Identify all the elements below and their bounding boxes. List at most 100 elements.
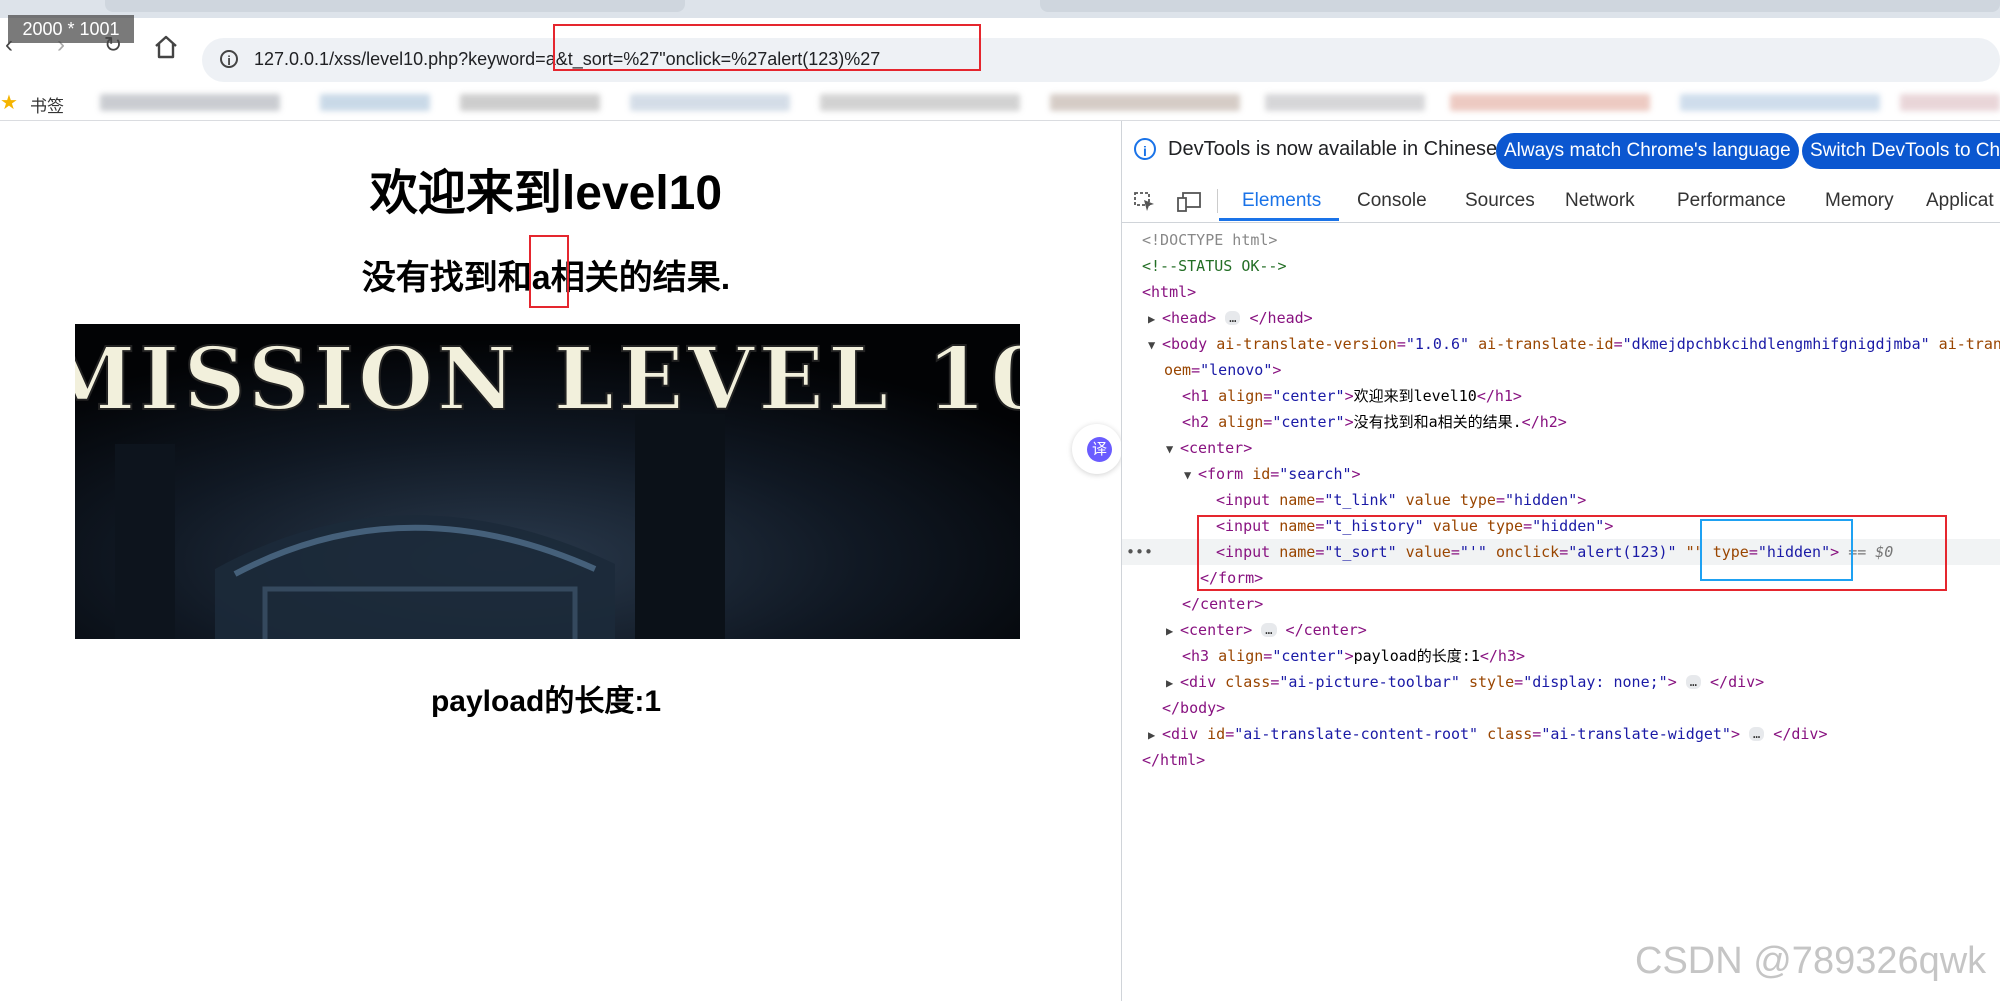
comment-text: <!--STATUS OK--> xyxy=(1142,257,1287,275)
dom-node-comment[interactable]: <!--STATUS OK--> xyxy=(1122,253,2000,279)
center-open-tag: <center> xyxy=(1180,621,1253,639)
center-close-tag: </center> xyxy=(1182,595,1264,613)
ellipsis-icon[interactable]: … xyxy=(1225,311,1241,325)
mission-banner-image: MISSION LEVEL 10 xyxy=(75,324,1020,639)
keyword-highlight-box xyxy=(529,235,569,308)
expand-triangle-icon[interactable]: ▶ xyxy=(1166,670,1180,696)
tab-elements[interactable]: Elements xyxy=(1242,190,1321,212)
more-options-icon[interactable]: ••• xyxy=(1126,539,1153,565)
blurred-bookmark[interactable] xyxy=(1900,94,2000,111)
dom-node-div-toolbar[interactable]: ▶ <div class="ai-picture-toolbar" style="… xyxy=(1122,669,2000,695)
browser-tab[interactable] xyxy=(1040,0,2000,12)
tab-performance[interactable]: Performance xyxy=(1677,190,1786,212)
tab-application[interactable]: Applicat xyxy=(1926,190,1994,212)
dom-node-center-2[interactable]: ▶ <center> … </center> xyxy=(1122,617,2000,643)
dom-node-doctype[interactable]: <!DOCTYPE html> xyxy=(1122,227,2000,253)
ellipsis-icon[interactable]: … xyxy=(1261,623,1277,637)
translate-icon: 译 xyxy=(1087,437,1112,462)
dom-node-body[interactable]: ▼ <body ai-translate-version="1.0.6" ai-t… xyxy=(1122,331,2000,357)
tab-console[interactable]: Console xyxy=(1357,190,1427,212)
head-close-tag: </head> xyxy=(1249,309,1313,327)
type-hidden-highlight-box xyxy=(1700,519,1853,581)
blurred-bookmark[interactable] xyxy=(320,94,430,111)
dom-node-body-close[interactable]: </body> xyxy=(1122,695,2000,721)
url-highlight-box xyxy=(553,24,981,71)
blurred-bookmark[interactable] xyxy=(1680,94,1880,111)
devtools-infobar: i DevTools is now available in Chinese! … xyxy=(1122,121,2000,179)
blurred-bookmark[interactable] xyxy=(820,94,1020,111)
watermark: CSDN @789326qwk xyxy=(1635,940,1987,982)
blurred-bookmark[interactable] xyxy=(460,94,600,111)
attr-value: "center" xyxy=(1272,647,1345,665)
dom-node-h2[interactable]: <h2 align="center">没有找到和a相关的结果.</h2> xyxy=(1122,409,2000,435)
infobar-message: DevTools is now available in Chinese! xyxy=(1168,138,1503,160)
attr-name: oem xyxy=(1164,361,1192,379)
ellipsis-icon[interactable]: … xyxy=(1749,727,1765,741)
html-open-tag: <html> xyxy=(1142,283,1197,301)
match-language-button[interactable]: Always match Chrome's language xyxy=(1496,133,1799,169)
dom-node-form[interactable]: ▼ <form id="search"> xyxy=(1122,461,2000,487)
dom-node-body-cont[interactable]: oem="lenovo"> xyxy=(1122,357,2000,383)
blurred-bookmark[interactable] xyxy=(1450,94,1650,111)
payload-length: payload的长度:1 xyxy=(430,685,662,718)
tab-strip xyxy=(0,0,2000,18)
tab-sources[interactable]: Sources xyxy=(1465,190,1535,212)
banner-text: MISSION LEVEL 10 xyxy=(75,329,1020,430)
expand-triangle-icon[interactable]: ▶ xyxy=(1148,306,1162,332)
dom-tree: <!DOCTYPE html> <!--STATUS OK--> <html> … xyxy=(1122,223,2000,1001)
ellipsis-icon[interactable]: … xyxy=(1685,675,1701,689)
dom-node-html-close[interactable]: </html> xyxy=(1122,747,2000,773)
attr-value: "hidden" xyxy=(1505,491,1578,509)
size-badge: 2000 * 1001 xyxy=(8,15,134,43)
attr-value: "1.0.6" xyxy=(1405,335,1470,353)
attr-name: align xyxy=(1218,413,1264,431)
attr-value: "search" xyxy=(1279,465,1352,483)
attr-value: "dkmejdpchbkcihdlengmhifgnigdjmba" xyxy=(1622,335,1930,353)
bookmarks-bar: ★ 书签 xyxy=(0,84,2000,121)
blurred-bookmark[interactable] xyxy=(630,94,790,111)
home-icon[interactable] xyxy=(151,32,181,62)
tab-network[interactable]: Network xyxy=(1565,190,1635,212)
attr-value: "ai-translate-widget" xyxy=(1541,725,1731,743)
body-tag-name: body xyxy=(1171,335,1208,353)
dom-node-h1[interactable]: <h1 align="center">欢迎来到level10</h1> xyxy=(1122,383,2000,409)
info-icon[interactable]: i xyxy=(220,50,238,68)
center-close-tag: </center> xyxy=(1285,621,1367,639)
attr-value: "ai-translate-content-root" xyxy=(1234,725,1479,743)
blurred-bookmark[interactable] xyxy=(100,94,280,111)
browser-tab[interactable] xyxy=(105,0,685,12)
tab-separator xyxy=(1217,189,1218,213)
expand-triangle-icon[interactable]: ▶ xyxy=(1166,618,1180,644)
page-title: 欢迎来到level10 xyxy=(369,167,723,220)
attr-value: "ai-picture-toolbar" xyxy=(1279,673,1460,691)
body-close-tag: </body> xyxy=(1162,699,1226,717)
dom-node-html[interactable]: <html> xyxy=(1122,279,2000,305)
bookmarks-label[interactable]: 书签 xyxy=(30,92,64,117)
attr-value: "lenovo" xyxy=(1200,361,1273,379)
dom-node-center-close[interactable]: </center> xyxy=(1122,591,2000,617)
attr-name: align xyxy=(1218,387,1264,405)
center-open-tag: <center> xyxy=(1180,439,1253,457)
translate-floating-button[interactable]: 译 xyxy=(1072,424,1122,474)
inspect-element-icon[interactable] xyxy=(1134,192,1156,211)
star-icon: ★ xyxy=(0,92,18,114)
dom-node-h3[interactable]: <h3 align="center">payload的长度:1</h3> xyxy=(1122,643,2000,669)
switch-devtools-language-button[interactable]: Switch DevTools to Chi xyxy=(1802,133,2000,169)
collapse-triangle-icon[interactable]: ▼ xyxy=(1184,462,1198,488)
device-toolbar-icon[interactable] xyxy=(1177,192,1201,212)
dom-node-head[interactable]: ▶ <head> … </head> xyxy=(1122,305,2000,331)
collapse-triangle-icon[interactable]: ▼ xyxy=(1148,332,1162,358)
blurred-bookmark[interactable] xyxy=(1265,94,1425,111)
collapse-triangle-icon[interactable]: ▼ xyxy=(1166,436,1180,462)
attr-name: ai-translate-id xyxy=(1478,335,1614,353)
dom-node-input-t-link[interactable]: <input name="t_link" value type="hidden"… xyxy=(1122,487,2000,513)
blurred-bookmark[interactable] xyxy=(1050,94,1240,111)
address-bar[interactable]: i 127.0.0.1/xss/level10.php?keyword=a&t_… xyxy=(202,38,2000,82)
attr-name: align xyxy=(1218,647,1264,665)
attr-value: "t_link" xyxy=(1324,491,1397,509)
expand-triangle-icon[interactable]: ▶ xyxy=(1148,722,1162,748)
tab-memory[interactable]: Memory xyxy=(1825,190,1894,212)
dom-node-div-root[interactable]: ▶ <div id="ai-translate-content-root" cla… xyxy=(1122,721,2000,747)
devtools-tabbar: Elements Console Sources Network Perform… xyxy=(1122,179,2000,223)
dom-node-center[interactable]: ▼ <center> xyxy=(1122,435,2000,461)
